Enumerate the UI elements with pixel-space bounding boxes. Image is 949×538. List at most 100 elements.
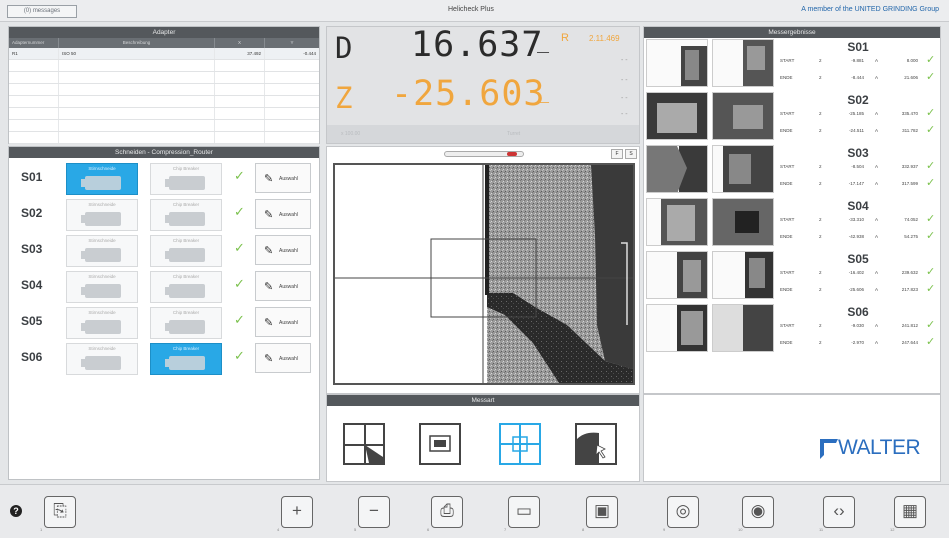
result-key: ENDE bbox=[780, 340, 793, 345]
snapshot-button[interactable]: S bbox=[625, 149, 637, 159]
dash-1: - - bbox=[621, 57, 628, 64]
cutter-face-tile[interactable]: Stirnschneide bbox=[66, 307, 138, 339]
settings-grid-icon: ▦ bbox=[901, 501, 919, 520]
select-button[interactable]: ✎ Auswahl bbox=[255, 271, 311, 301]
new-file-button[interactable]: ⎘ 1 bbox=[40, 496, 76, 532]
table-row[interactable] bbox=[9, 72, 319, 84]
check-icon: ✓ bbox=[234, 276, 245, 291]
thumb-s04-start[interactable] bbox=[646, 198, 708, 246]
table-row[interactable] bbox=[9, 132, 319, 144]
select-button[interactable]: ✎ Auswahl bbox=[255, 307, 311, 337]
settings-grid-button[interactable]: ▦ 12 bbox=[890, 496, 926, 532]
center-icon: ◉ bbox=[750, 501, 766, 520]
measure-b-icon: ▣ bbox=[593, 501, 611, 520]
zoom-slider[interactable] bbox=[444, 151, 524, 157]
table-row[interactable] bbox=[9, 108, 319, 120]
new-file-icon: ⎘ bbox=[53, 501, 67, 520]
xml-icon: ‹› bbox=[833, 501, 845, 520]
result-n: 2 bbox=[819, 217, 822, 222]
result-value: -16.402 bbox=[848, 270, 864, 275]
help-icon[interactable]: ? bbox=[10, 505, 22, 517]
remove-button[interactable]: −5 bbox=[354, 496, 390, 532]
cutters-title: Schneiden - Compression_Router bbox=[9, 147, 319, 158]
thumb-s02-start[interactable] bbox=[646, 92, 708, 140]
pencil-icon: ✎ bbox=[264, 317, 274, 329]
measure-a-button[interactable]: ▭ 7 bbox=[504, 496, 540, 532]
cutter-face-tile[interactable]: Stirnschneide bbox=[66, 163, 138, 195]
thumb-s03-start[interactable] bbox=[646, 145, 708, 193]
result-n: 2 bbox=[819, 181, 822, 186]
select-button[interactable]: ✎ Auswahl bbox=[255, 235, 311, 265]
result-row: START 2 -25.185 A 335.470 ✓ bbox=[776, 107, 940, 120]
thumb-s06-start[interactable] bbox=[646, 304, 708, 352]
messages-button[interactable]: (0) messages bbox=[7, 5, 77, 18]
cutter-face-icon bbox=[81, 176, 121, 190]
cutter-face-tile[interactable]: Stirnschneide bbox=[66, 235, 138, 267]
thumb-s04-end[interactable] bbox=[712, 198, 774, 246]
thumb-s05-start[interactable] bbox=[646, 251, 708, 299]
cutter-face-tile[interactable]: Stirnschneide bbox=[66, 199, 138, 231]
chip-breaker-tile[interactable]: Chip Breaker bbox=[150, 343, 222, 375]
table-row[interactable]: R1 ISO 50 37.492 -0.444 bbox=[9, 48, 319, 60]
thumb-s03-end[interactable] bbox=[712, 145, 774, 193]
thumb-s02-end[interactable] bbox=[712, 92, 774, 140]
result-row: START 2 -8.504 A 332.937 ✓ bbox=[776, 160, 940, 173]
zoom-slider-knob[interactable] bbox=[507, 152, 517, 156]
thumb-s01-end[interactable] bbox=[712, 39, 774, 87]
cutter-face-tile[interactable]: Stirnschneide bbox=[66, 343, 138, 375]
cell-x: 37.492 bbox=[215, 48, 265, 59]
tool-edge-image bbox=[335, 165, 633, 383]
camera-view[interactable]: F S bbox=[326, 146, 640, 394]
chip-breaker-tile[interactable]: Chip Breaker bbox=[150, 163, 222, 195]
chip-breaker-tile[interactable]: Chip Breaker bbox=[150, 271, 222, 303]
xz-button[interactable]: ◎ 9 bbox=[663, 496, 699, 532]
thumb-s01-start[interactable] bbox=[646, 39, 708, 87]
table-row[interactable] bbox=[9, 60, 319, 72]
result-cutter-label: S04 bbox=[847, 199, 869, 213]
select-button[interactable]: ✎ Auswahl bbox=[255, 343, 311, 373]
result-row: ENDE 2 -17.147 A 317.599 ✓ bbox=[776, 177, 940, 190]
select-button[interactable]: ✎ Auswahl bbox=[255, 163, 311, 193]
xml-button[interactable]: ‹› 11 bbox=[819, 496, 855, 532]
mode-profile-button[interactable] bbox=[575, 423, 617, 465]
cutter-face-tile[interactable]: Stirnschneide bbox=[66, 271, 138, 303]
result-angle: 311.782 bbox=[902, 128, 918, 133]
mode-image-button[interactable] bbox=[419, 423, 461, 465]
col-y: Y bbox=[290, 40, 294, 45]
cutter-row-s04: S04 Stirnschneide Chip Breaker ✓ ✎ Auswahl bbox=[9, 269, 321, 303]
table-row[interactable] bbox=[9, 84, 319, 96]
shortcut-number: 4 bbox=[277, 527, 280, 532]
result-angle: 332.937 bbox=[901, 164, 918, 169]
center-button[interactable]: ◉ 10 bbox=[738, 496, 774, 532]
select-button[interactable]: ✎ Auswahl bbox=[255, 199, 311, 229]
measure-a-icon: ▭ bbox=[515, 501, 533, 520]
check-icon: ✓ bbox=[234, 240, 245, 255]
chip-breaker-tile[interactable]: Chip Breaker bbox=[150, 235, 222, 267]
table-row[interactable] bbox=[9, 96, 319, 108]
mode-crosshair-icon bbox=[501, 425, 539, 463]
walter-logo: WALTER bbox=[838, 436, 921, 459]
mode-edge-button[interactable] bbox=[343, 423, 385, 465]
group-link[interactable]: A member of the UNITED GRINDING Group bbox=[801, 6, 939, 13]
thumb-s06-end[interactable] bbox=[712, 304, 774, 352]
check-icon: ✓ bbox=[926, 107, 936, 119]
chip-breaker-tile[interactable]: Chip Breaker bbox=[150, 199, 222, 231]
chip-breaker-tile[interactable]: Chip Breaker bbox=[150, 307, 222, 339]
measure-b-button[interactable]: ▣ 8 bbox=[582, 496, 618, 532]
focus-button[interactable]: F bbox=[611, 149, 623, 159]
cutters-panel: Schneiden - Compression_Router S01 Stirns… bbox=[8, 146, 320, 480]
result-key: ENDE bbox=[780, 75, 793, 80]
dash-4: - - bbox=[621, 111, 628, 118]
result-angle: 54.275 bbox=[904, 234, 918, 239]
result-row: START 2 -33.310 A 74.052 ✓ bbox=[776, 213, 940, 226]
turret-label[interactable]: Turret bbox=[507, 131, 520, 137]
add-button[interactable]: +4 bbox=[277, 496, 313, 532]
result-angle: 239.632 bbox=[901, 270, 918, 275]
mode-crosshair-button[interactable] bbox=[499, 423, 541, 465]
camera-image[interactable] bbox=[333, 163, 635, 385]
table-row[interactable] bbox=[9, 120, 319, 132]
print-button[interactable]: ⎙ 6 bbox=[427, 496, 463, 532]
result-n: 2 bbox=[819, 287, 822, 292]
thumb-s05-end[interactable] bbox=[712, 251, 774, 299]
result-row: ENDE 2 -2.970 A 247.644 ✓ bbox=[776, 336, 940, 349]
